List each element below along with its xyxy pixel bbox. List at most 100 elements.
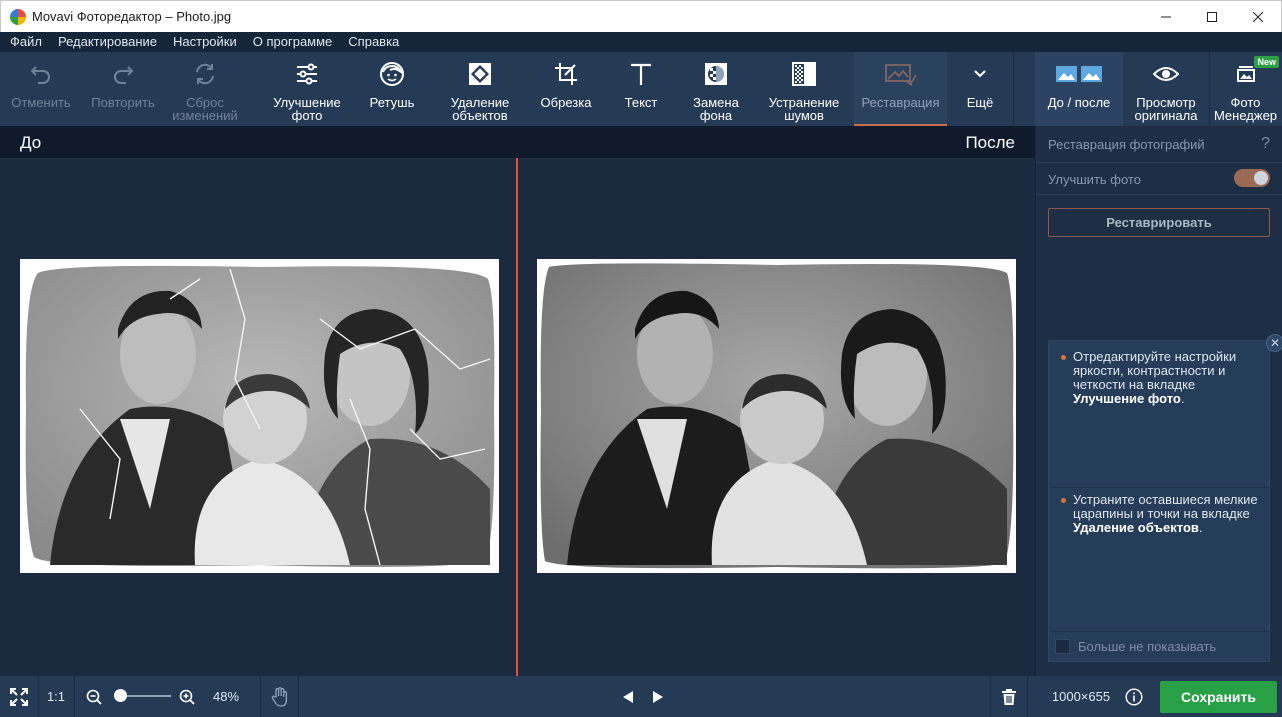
- denoise-label: Устранение шумов: [768, 95, 840, 123]
- bottom-separator: [260, 676, 261, 717]
- restore-tab-label: Реставрация: [861, 95, 940, 110]
- tip-bullet: [1061, 498, 1066, 503]
- retouch-button[interactable]: Ретушь: [352, 52, 432, 126]
- hand-icon: [271, 686, 288, 707]
- close-icon: [1253, 11, 1263, 22]
- text-label: Текст: [624, 95, 658, 110]
- canvas-area[interactable]: До После: [0, 126, 1035, 676]
- text-button[interactable]: Текст: [604, 52, 678, 126]
- panel-divider-2: [1036, 194, 1282, 195]
- zoom-in-button[interactable]: [177, 676, 197, 717]
- zoom-out-button[interactable]: [84, 676, 104, 717]
- bottom-bar: 1:1 48% 1000×655 Сохранить: [0, 676, 1282, 717]
- restore-tab-button[interactable]: Реставрация: [854, 52, 947, 126]
- menu-help[interactable]: Справка: [340, 32, 407, 52]
- dont-show-option[interactable]: Больше не показывать: [1055, 639, 1216, 654]
- toolbar-separator: [1013, 52, 1014, 126]
- window-controls: [1143, 1, 1281, 32]
- zoom-slider-knob[interactable]: [114, 689, 128, 702]
- more-label: Ещё: [966, 95, 994, 110]
- after-photo: [537, 259, 1016, 573]
- menu-about[interactable]: О программе: [245, 32, 341, 52]
- tip-enhance: Отредактируйте настройки яркости, контра…: [1061, 350, 1261, 406]
- maximize-button[interactable]: [1189, 1, 1235, 32]
- crop-icon: [553, 52, 579, 96]
- sliders-icon: [294, 52, 320, 96]
- tip-remove-text: Устраните оставшиеся мелкие царапины и т…: [1073, 492, 1258, 521]
- trash-icon: [1002, 688, 1016, 705]
- crop-button[interactable]: Обрезка: [528, 52, 604, 126]
- face-icon: [378, 52, 406, 96]
- dont-show-label: Больше не показывать: [1078, 639, 1217, 654]
- bottom-separator: [1027, 676, 1028, 717]
- title-bar: Movavi Фоторедактор – Photo.jpg: [0, 0, 1282, 32]
- denoise-button[interactable]: Устранение шумов: [754, 52, 854, 126]
- tips-close-button[interactable]: ✕: [1266, 334, 1282, 352]
- tips-separator: [1049, 487, 1271, 488]
- chevron-down-icon: [972, 52, 988, 96]
- prev-icon: [623, 690, 633, 703]
- photo-manager-icon: [1235, 52, 1257, 96]
- remove-objects-button[interactable]: Удаление объектов: [432, 52, 528, 126]
- menu-settings[interactable]: Настройки: [165, 32, 245, 52]
- photo-manager-button[interactable]: Фото Менеджер New: [1209, 52, 1282, 126]
- before-after-label: До / после: [1047, 95, 1111, 110]
- reset-label: Сброс изменений: [172, 95, 238, 123]
- fit-screen-button[interactable]: [0, 676, 38, 717]
- menu-file[interactable]: Файл: [2, 32, 50, 52]
- photo-manager-label: Фото Менеджер: [1213, 95, 1278, 123]
- view-original-button[interactable]: Просмотр оригинала: [1123, 52, 1209, 126]
- maximize-icon: [1207, 11, 1217, 22]
- tip-remove-link: Удаление объектов: [1073, 520, 1199, 535]
- replace-bg-button[interactable]: Замена фона: [678, 52, 754, 126]
- restore-icon: [884, 52, 918, 96]
- tip-bullet: [1061, 355, 1066, 360]
- next-icon: [653, 690, 663, 703]
- dont-show-checkbox[interactable]: [1055, 639, 1070, 654]
- enhance-toggle[interactable]: [1234, 169, 1270, 187]
- panel-divider: [1036, 162, 1282, 163]
- view-original-label: Просмотр оригинала: [1134, 95, 1198, 123]
- tips-separator-2: [1049, 631, 1271, 632]
- minimize-button[interactable]: [1143, 1, 1189, 32]
- tip-remove: Устраните оставшиеся мелкие царапины и т…: [1061, 493, 1261, 535]
- more-button[interactable]: Ещё: [947, 52, 1013, 126]
- zoom-in-icon: [179, 689, 195, 705]
- actual-size-button[interactable]: 1:1: [38, 676, 74, 717]
- canvas-header: До После: [0, 126, 1035, 158]
- retouch-label: Ретушь: [369, 95, 415, 110]
- info-icon: [1125, 687, 1143, 706]
- help-icon[interactable]: ?: [1261, 135, 1270, 153]
- delete-button[interactable]: [991, 676, 1027, 717]
- tip-enhance-end: .: [1180, 391, 1185, 406]
- comparison-divider[interactable]: [516, 158, 518, 676]
- before-after-icon: [1055, 52, 1103, 96]
- undo-button[interactable]: Отменить: [0, 52, 82, 126]
- expand-icon: [10, 687, 28, 706]
- before-after-button[interactable]: До / после: [1035, 52, 1123, 126]
- before-photo-image: [20, 259, 499, 573]
- bottom-separator: [298, 676, 299, 717]
- previous-button[interactable]: [616, 676, 640, 717]
- new-badge: New: [1254, 56, 1279, 68]
- reset-button[interactable]: Сброс изменений: [164, 52, 246, 126]
- after-label: После: [965, 133, 1015, 152]
- app-logo-icon: [10, 8, 26, 25]
- pan-tool-button[interactable]: [262, 676, 298, 717]
- menu-edit[interactable]: Редактирование: [50, 32, 165, 52]
- settings-panel: Реставрация фотографий ? Улучшить фото Р…: [1035, 126, 1282, 676]
- close-button[interactable]: [1235, 1, 1281, 32]
- crop-label: Обрезка: [540, 95, 592, 110]
- tip-enhance-text: Отредактируйте настройки яркости, контра…: [1073, 349, 1237, 392]
- info-button[interactable]: [1122, 676, 1146, 717]
- enhance-button[interactable]: Улучшение фото: [262, 52, 352, 126]
- tip-enhance-link: Улучшение фото: [1073, 391, 1181, 406]
- save-button[interactable]: Сохранить: [1160, 681, 1277, 713]
- replace-bg-label: Замена фона: [693, 95, 739, 123]
- redo-button[interactable]: Повторить: [82, 52, 164, 126]
- restore-button[interactable]: Реставрировать: [1048, 208, 1270, 237]
- after-photo-image: [537, 259, 1016, 573]
- next-button[interactable]: [646, 676, 670, 717]
- redo-icon: [110, 52, 136, 96]
- menu-bar: Файл Редактирование Настройки О программ…: [0, 32, 1282, 52]
